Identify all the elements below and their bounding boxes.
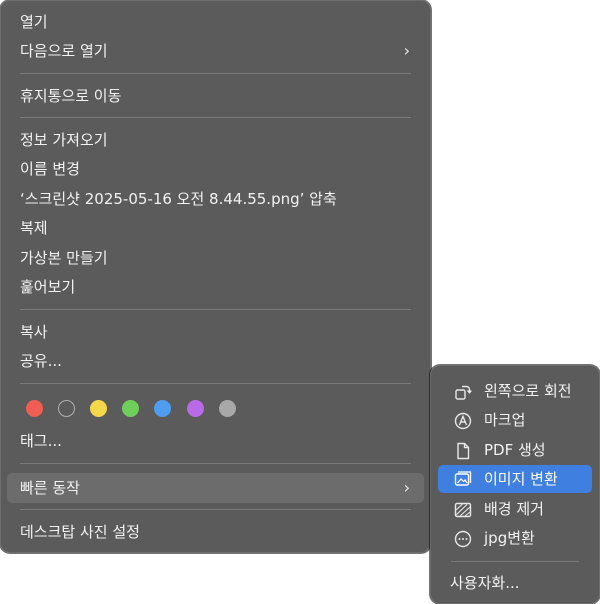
chevron-right-icon: › xyxy=(403,478,410,497)
menu-separator xyxy=(20,509,411,510)
document-icon xyxy=(457,442,470,460)
submenu-item-remove-background[interactable]: 배경 제거 xyxy=(438,495,592,523)
markup-icon xyxy=(454,412,472,430)
menu-item-label: 열기 xyxy=(20,13,48,31)
tag-color-yellow[interactable] xyxy=(90,400,107,417)
menu-separator xyxy=(20,463,411,464)
menu-item-label: 정보 가져오기 xyxy=(20,131,108,149)
menu-separator xyxy=(20,117,411,118)
menu-separator xyxy=(20,383,411,384)
menu-item-quick-look[interactable]: 훑어보기 xyxy=(20,273,418,301)
tag-color-blue[interactable] xyxy=(154,400,171,417)
chevron-right-icon: › xyxy=(403,41,410,60)
tag-color-none[interactable] xyxy=(58,400,75,417)
tag-color-purple[interactable] xyxy=(187,400,204,417)
submenu-item-label: PDF 생성 xyxy=(484,441,546,459)
menu-separator xyxy=(20,73,411,74)
rotate-left-icon xyxy=(455,385,472,400)
menu-item-label: ‘스크린샷 2025-05-16 오전 8.44.55.png’ 압축 xyxy=(20,190,337,208)
menu-item-tags[interactable]: 태그... xyxy=(20,427,418,455)
menu-separator xyxy=(451,561,579,562)
menu-item-label: 복사 xyxy=(20,323,48,341)
menu-item-set-desktop-picture[interactable]: 데스크탑 사진 설정 xyxy=(20,518,418,546)
submenu-item-label: 마크업 xyxy=(484,411,526,429)
menu-item-duplicate[interactable]: 복제 xyxy=(20,214,418,242)
more-icon xyxy=(454,530,472,548)
menu-item-label: 훑어보기 xyxy=(20,278,76,296)
submenu-item-jpg-convert[interactable]: jpg변환 xyxy=(438,524,592,552)
menu-item-get-info[interactable]: 정보 가져오기 xyxy=(20,126,418,154)
menu-item-open[interactable]: 열기 xyxy=(20,8,418,36)
menu-item-open-with[interactable]: 다음으로 열기 › xyxy=(20,37,418,65)
menu-item-share[interactable]: 공유... xyxy=(20,347,418,375)
submenu-item-label: 이미지 변환 xyxy=(484,470,558,488)
submenu-item-label: jpg변환 xyxy=(484,529,535,547)
menu-separator xyxy=(20,309,411,310)
submenu-item-create-pdf[interactable]: PDF 생성 xyxy=(438,436,592,464)
menu-item-rename[interactable]: 이름 변경 xyxy=(20,155,418,183)
menu-item-quick-actions[interactable]: 빠른 동작 › xyxy=(20,474,418,502)
menu-item-label: 가상본 만들기 xyxy=(20,249,108,267)
image-convert-icon xyxy=(454,471,472,486)
menu-item-label: 빠른 동작 xyxy=(20,479,80,497)
submenu-item-customize[interactable]: 사용자화... xyxy=(438,569,592,597)
menu-item-label: 데스크탑 사진 설정 xyxy=(20,523,140,541)
menu-item-compress[interactable]: ‘스크린샷 2025-05-16 오전 8.44.55.png’ 압축 xyxy=(20,185,418,213)
menu-item-label: 다음으로 열기 xyxy=(20,42,108,60)
menu-item-label: 공유... xyxy=(20,352,62,370)
menu-item-label: 휴지통으로 이동 xyxy=(20,87,122,105)
tag-color-red[interactable] xyxy=(26,400,43,417)
submenu-item-label: 왼쪽으로 회전 xyxy=(484,382,572,400)
menu-item-copy[interactable]: 복사 xyxy=(20,318,418,346)
submenu-item-markup[interactable]: 마크업 xyxy=(438,406,592,434)
tag-color-gray[interactable] xyxy=(219,400,236,417)
menu-item-label: 태그... xyxy=(20,432,62,450)
tag-color-green[interactable] xyxy=(122,400,139,417)
quick-actions-submenu: 왼쪽으로 회전 마크업 PDF 생성 이미지 변환 배경 제거 jpg변환 사용… xyxy=(430,365,600,604)
menu-item-label: 이름 변경 xyxy=(20,160,80,178)
menu-item-move-to-trash[interactable]: 휴지통으로 이동 xyxy=(20,82,418,110)
submenu-item-convert-image[interactable]: 이미지 변환 xyxy=(438,465,592,493)
menu-item-make-alias[interactable]: 가상본 만들기 xyxy=(20,244,418,272)
menu-item-label: 복제 xyxy=(20,219,48,237)
submenu-item-rotate-left[interactable]: 왼쪽으로 회전 xyxy=(438,377,592,405)
submenu-item-label: 배경 제거 xyxy=(484,500,544,518)
remove-background-icon xyxy=(454,502,472,518)
context-menu: 열기 다음으로 열기 › 휴지통으로 이동 정보 가져오기 이름 변경 ‘스크린샷… xyxy=(0,0,431,553)
submenu-item-label: 사용자화... xyxy=(450,574,520,592)
